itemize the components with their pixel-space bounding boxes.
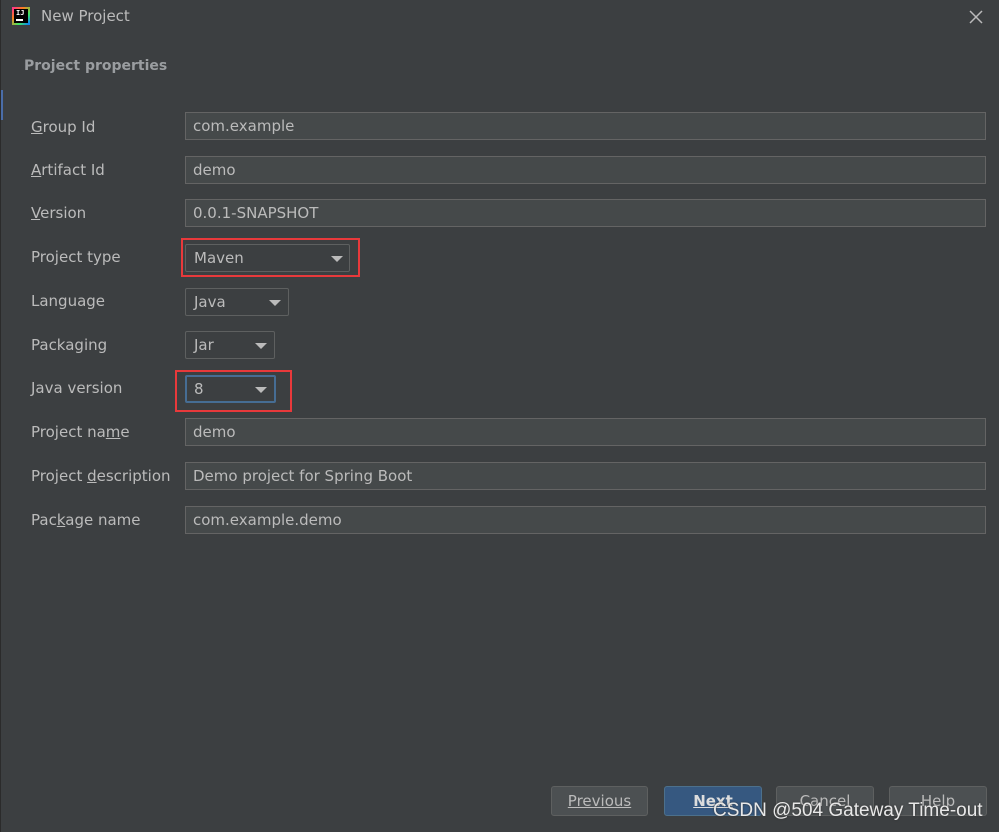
highlight-box-project-type (181, 238, 360, 277)
chevron-down-icon (255, 343, 267, 349)
section-title: Project properties (24, 58, 168, 74)
packaging-label: Packaging (31, 336, 108, 354)
new-project-dialog: IJ New Project Project properties Group … (0, 0, 999, 832)
group-id-field[interactable]: com.example (185, 112, 986, 140)
package-name-label: Package name (31, 511, 141, 529)
project-name-label: Project name (31, 423, 130, 441)
language-dropdown[interactable]: Java (185, 288, 289, 316)
java-version-label: Java version (31, 379, 123, 397)
version-label: Version (31, 204, 87, 222)
window-title: New Project (41, 7, 130, 25)
packaging-dropdown[interactable]: Jar (185, 331, 275, 359)
close-icon[interactable] (965, 6, 987, 28)
title-bar: IJ New Project (1, 0, 999, 34)
watermark-text: CSDN @504 Gateway Time-out (713, 800, 983, 821)
previous-button-label: Previous (567, 792, 632, 810)
highlight-box-java-version (175, 370, 292, 412)
project-description-field[interactable]: Demo project for Spring Boot (185, 462, 986, 490)
package-name-field[interactable]: com.example.demo (185, 506, 986, 534)
intellij-idea-icon: IJ (12, 7, 30, 25)
packaging-value: Jar (194, 336, 214, 354)
previous-button[interactable]: Previous (551, 786, 648, 816)
artifact-id-label: Artifact Id (31, 161, 105, 179)
project-type-label: Project type (31, 248, 121, 266)
group-id-label: Group Id (31, 118, 96, 136)
artifact-id-field[interactable]: demo (185, 156, 986, 184)
language-value: Java (194, 293, 226, 311)
project-name-field[interactable]: demo (185, 418, 986, 446)
chevron-down-icon (269, 300, 281, 306)
language-label: Language (31, 292, 106, 310)
version-field[interactable]: 0.0.1-SNAPSHOT (185, 199, 986, 227)
left-accent-bar (1, 90, 3, 120)
project-description-label: Project description (31, 467, 171, 485)
